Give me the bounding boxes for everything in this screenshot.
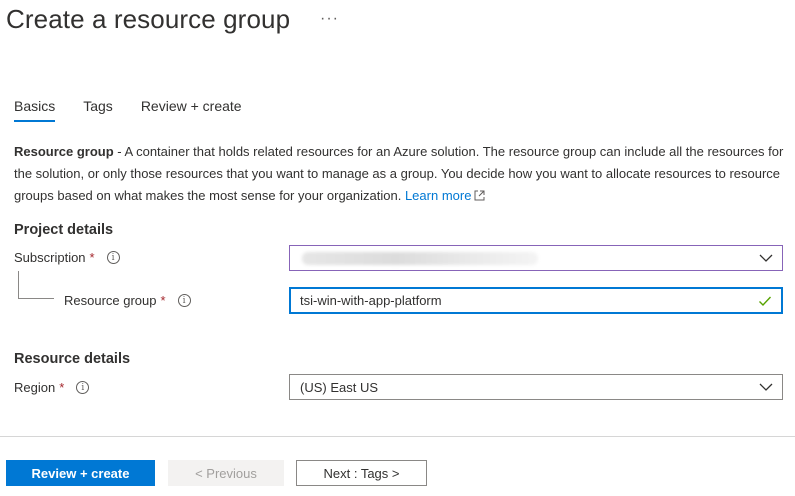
required-asterisk: * [160, 293, 166, 308]
project-details-heading: Project details [14, 222, 114, 238]
info-icon[interactable]: i [106, 251, 120, 264]
footer-divider [0, 436, 795, 437]
external-link-icon [474, 190, 485, 201]
review-create-button[interactable]: Review + create [6, 460, 155, 486]
next-tags-button[interactable]: Next : Tags > [296, 460, 427, 486]
tab-basics[interactable]: Basics [14, 98, 56, 122]
checkmark-icon [759, 296, 772, 307]
region-select[interactable]: (US) East US [289, 374, 783, 400]
tree-connector-vertical [18, 271, 19, 298]
page-title: Create a resource group [6, 4, 291, 34]
chevron-down-icon[interactable] [759, 380, 773, 394]
description-term: Resource group [14, 144, 114, 159]
tab-tags[interactable]: Tags [83, 98, 113, 122]
tab-review-create[interactable]: Review + create [141, 98, 242, 122]
resource-details-heading: Resource details [14, 351, 131, 367]
region-label: Region * i [14, 380, 90, 395]
required-asterisk: * [59, 380, 65, 395]
resource-group-label: Resource group * i [64, 293, 191, 308]
region-label-text: Region [14, 380, 56, 395]
tab-bar: Basics Tags Review + create [14, 98, 270, 122]
resource-group-value: tsi-win-with-app-platform [300, 293, 442, 308]
required-asterisk: * [89, 250, 95, 265]
redacted-subscription-value [302, 252, 538, 265]
region-value: (US) East US [300, 379, 379, 395]
subscription-label: Subscription * i [14, 250, 120, 265]
chevron-down-icon[interactable] [759, 251, 773, 265]
more-options-icon[interactable]: ··· [320, 10, 339, 28]
info-icon[interactable]: i [76, 381, 90, 394]
resource-group-label-text: Resource group [64, 293, 157, 308]
resource-group-input[interactable]: tsi-win-with-app-platform [289, 287, 783, 314]
learn-more-label: Learn more [404, 188, 472, 203]
info-icon[interactable]: i [177, 294, 191, 307]
subscription-select[interactable] [289, 245, 783, 271]
description-body: - A container that holds related resourc… [14, 144, 784, 203]
learn-more-link[interactable]: Learn more [405, 188, 485, 203]
description-text: Resource group - A container that holds … [14, 141, 784, 207]
subscription-label-text: Subscription [14, 250, 86, 265]
tree-connector-horizontal [18, 298, 54, 299]
previous-button: < Previous [168, 460, 284, 486]
